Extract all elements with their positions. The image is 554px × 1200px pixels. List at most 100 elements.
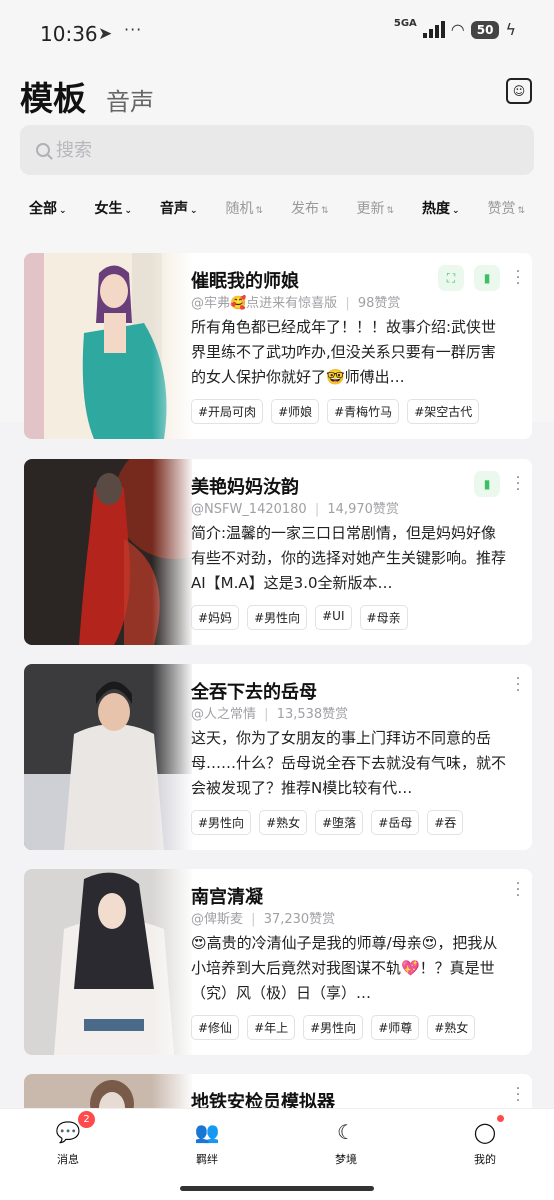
card-tags: #男性向 #熟女 #堕落 #岳母 #吞 <box>191 810 464 835</box>
dots-icon: ··· <box>124 20 143 39</box>
card-thumbnail[interactable] <box>24 253 192 439</box>
template-card[interactable]: 全吞下去的岳母 @人之常情 | 13,538赞赏 这天，你为了女朋友的事上门拜访… <box>24 664 532 850</box>
more-options-icon[interactable]: · · · <box>510 265 526 291</box>
template-card[interactable]: 美艳妈妈汝韵 @NSFW_1420180 | 14,970赞赏 简介:温馨的一家… <box>24 459 532 645</box>
sort-icon: ⇅ <box>517 206 526 216</box>
tag[interactable]: #年上 <box>247 1015 296 1040</box>
bottom-tab-bar: 💬 2 消息 👥 羁绊 ☾ 梦境 ◯ 我的 <box>0 1108 554 1200</box>
card-description: 😍高贵的冷清仙子是我的师尊/母亲😍，把我从小培养到大后竟然对我图谋不轨💖！？真是… <box>191 934 498 1002</box>
tag[interactable]: #熟女 <box>259 810 308 835</box>
card-tags: #妈妈 #男性向 #UI #母亲 <box>191 605 408 630</box>
tab-label: 梦境 <box>335 1153 357 1166</box>
tag[interactable]: #修仙 <box>191 1015 240 1040</box>
card-description: 所有角色都已经成年了！！！故事介绍:武侠世界里练不了武功咋办,但没关系只要有一群… <box>191 318 497 386</box>
character-image <box>24 459 192 645</box>
charging-icon: ϟ <box>505 20 516 39</box>
filter-bar: 全部 ⌄ 女生 ⌄ 音声 ⌄ 随机 ⇅ 发布 ⇅ 更新 ⇅ 热度 ⌄ 赞赏 ⇅ <box>29 198 553 218</box>
tag[interactable]: #男性向 <box>191 810 252 835</box>
tab-label: 我的 <box>474 1153 496 1166</box>
card-tags: #开局可肉 #师娘 #青梅竹马 #架空古代 <box>191 399 480 424</box>
tag[interactable]: #男性向 <box>247 605 308 630</box>
send-icon: ➤ <box>98 24 113 44</box>
card-author[interactable]: @人之常情 <box>191 707 256 722</box>
card-meta: @俾斯麦 | 37,230赞赏 <box>191 912 336 927</box>
tag[interactable]: #岳母 <box>371 810 420 835</box>
template-box-icon[interactable]: ☺ <box>506 78 532 104</box>
card-meta: @牢弗🥰点进来有惊喜版 | 98赞赏 <box>191 296 401 311</box>
filter-all[interactable]: 全部 ⌄ <box>29 198 95 218</box>
tab-voice[interactable]: 音声 <box>106 82 154 117</box>
expand-icon[interactable]: ⛶ <box>438 265 464 291</box>
card-title: 全吞下去的岳母 <box>191 682 317 703</box>
tab-bonds[interactable]: 👥 羁绊 <box>177 1119 237 1167</box>
search-bar[interactable] <box>20 125 534 175</box>
card-thumbnail[interactable] <box>24 869 192 1055</box>
more-options-icon[interactable]: · · · <box>510 471 526 497</box>
status-right-group: 5GA ◠ 50 ϟ <box>393 18 516 39</box>
card-likes: 14,970赞赏 <box>327 502 399 517</box>
tag[interactable]: #架空古代 <box>407 399 480 424</box>
card-author[interactable]: @NSFW_1420180 <box>191 502 307 517</box>
voice-icon[interactable]: ▮ <box>474 265 500 291</box>
unread-badge: 2 <box>78 1111 95 1128</box>
tab-messages[interactable]: 💬 2 消息 <box>38 1111 98 1167</box>
card-author[interactable]: @牢弗🥰点进来有惊喜版 <box>191 296 337 311</box>
tag[interactable]: #男性向 <box>303 1015 364 1040</box>
tag[interactable]: #熟女 <box>427 1015 476 1040</box>
tab-label: 消息 <box>57 1153 79 1166</box>
tag[interactable]: #开局可肉 <box>191 399 264 424</box>
tag[interactable]: #师娘 <box>271 399 320 424</box>
page-title[interactable]: 模板 <box>20 72 86 120</box>
filter-female[interactable]: 女生 ⌄ <box>95 198 161 218</box>
filter-hot[interactable]: 热度 ⌄ <box>422 198 488 218</box>
more-options-icon[interactable]: · · · <box>510 1082 526 1108</box>
tab-dreams[interactable]: ☾ 梦境 <box>316 1119 376 1167</box>
tag[interactable]: #UI <box>315 605 352 630</box>
profile-icon: ◯ <box>472 1115 504 1145</box>
more-options-icon[interactable]: · · · <box>510 877 526 903</box>
template-card[interactable]: 催眠我的师娘 @牢弗🥰点进来有惊喜版 | 98赞赏 所有角色都已经成年了！！！故… <box>24 253 532 439</box>
status-bar: 10:36 ➤ ··· 5GA ◠ 50 ϟ <box>0 0 554 62</box>
voice-icon[interactable]: ▮ <box>474 471 500 497</box>
chevron-down-icon: ⌄ <box>124 206 133 216</box>
tag[interactable]: #青梅竹马 <box>327 399 400 424</box>
card-title: 美艳妈妈汝韵 <box>191 477 299 498</box>
card-description: 简介:温馨的一家三口日常剧情，但是妈妈好像有些不对劲，你的选择对她产生关键影响。… <box>191 524 506 592</box>
character-image <box>24 664 192 850</box>
search-icon <box>36 143 50 157</box>
sort-icon: ⇅ <box>321 206 329 216</box>
tag[interactable]: #吞 <box>427 810 464 835</box>
card-description: 这天，你为了女朋友的事上门拜访不同意的岳母……什么？岳母说全吞下去就没有气味，就… <box>191 729 506 797</box>
network-label: 5GA <box>393 18 417 29</box>
chevron-down-icon: ⌄ <box>59 206 67 216</box>
tag[interactable]: #师尊 <box>371 1015 420 1040</box>
template-card[interactable]: 南宫清凝 @俾斯麦 | 37,230赞赏 😍高贵的冷清仙子是我的师尊/母亲😍，把… <box>24 869 532 1055</box>
battery-indicator: 50 <box>470 20 500 39</box>
card-title: 南宫清凝 <box>191 887 263 908</box>
tab-profile[interactable]: ◯ 我的 <box>455 1115 515 1167</box>
chevron-down-icon: ⌄ <box>452 206 460 216</box>
tag[interactable]: #母亲 <box>359 605 408 630</box>
title-row: 模板 音声 <box>20 72 154 120</box>
card-actions: · · · <box>510 1082 526 1108</box>
character-image <box>24 869 192 1055</box>
character-image <box>24 253 192 439</box>
tag[interactable]: #妈妈 <box>191 605 240 630</box>
tag[interactable]: #堕落 <box>315 810 364 835</box>
filter-publish[interactable]: 发布 ⇅ <box>291 198 357 218</box>
search-input[interactable] <box>56 139 496 161</box>
filter-voice[interactable]: 音声 ⌄ <box>160 198 226 218</box>
more-options-icon[interactable]: · · · <box>510 672 526 698</box>
card-thumbnail[interactable] <box>24 664 192 850</box>
card-actions: ▮ · · · <box>474 471 526 497</box>
card-tags: #修仙 #年上 #男性向 #师尊 #熟女 <box>191 1015 476 1040</box>
card-thumbnail[interactable] <box>24 459 192 645</box>
users-icon: 👥 <box>194 1120 220 1144</box>
filter-reward[interactable]: 赞赏 ⇅ <box>488 198 554 218</box>
home-indicator[interactable] <box>180 1186 374 1191</box>
filter-random[interactable]: 随机 ⇅ <box>226 198 292 218</box>
filter-update[interactable]: 更新 ⇅ <box>357 198 423 218</box>
card-meta: @NSFW_1420180 | 14,970赞赏 <box>191 502 399 517</box>
card-author[interactable]: @俾斯麦 <box>191 912 243 927</box>
card-likes: 13,538赞赏 <box>276 707 349 722</box>
